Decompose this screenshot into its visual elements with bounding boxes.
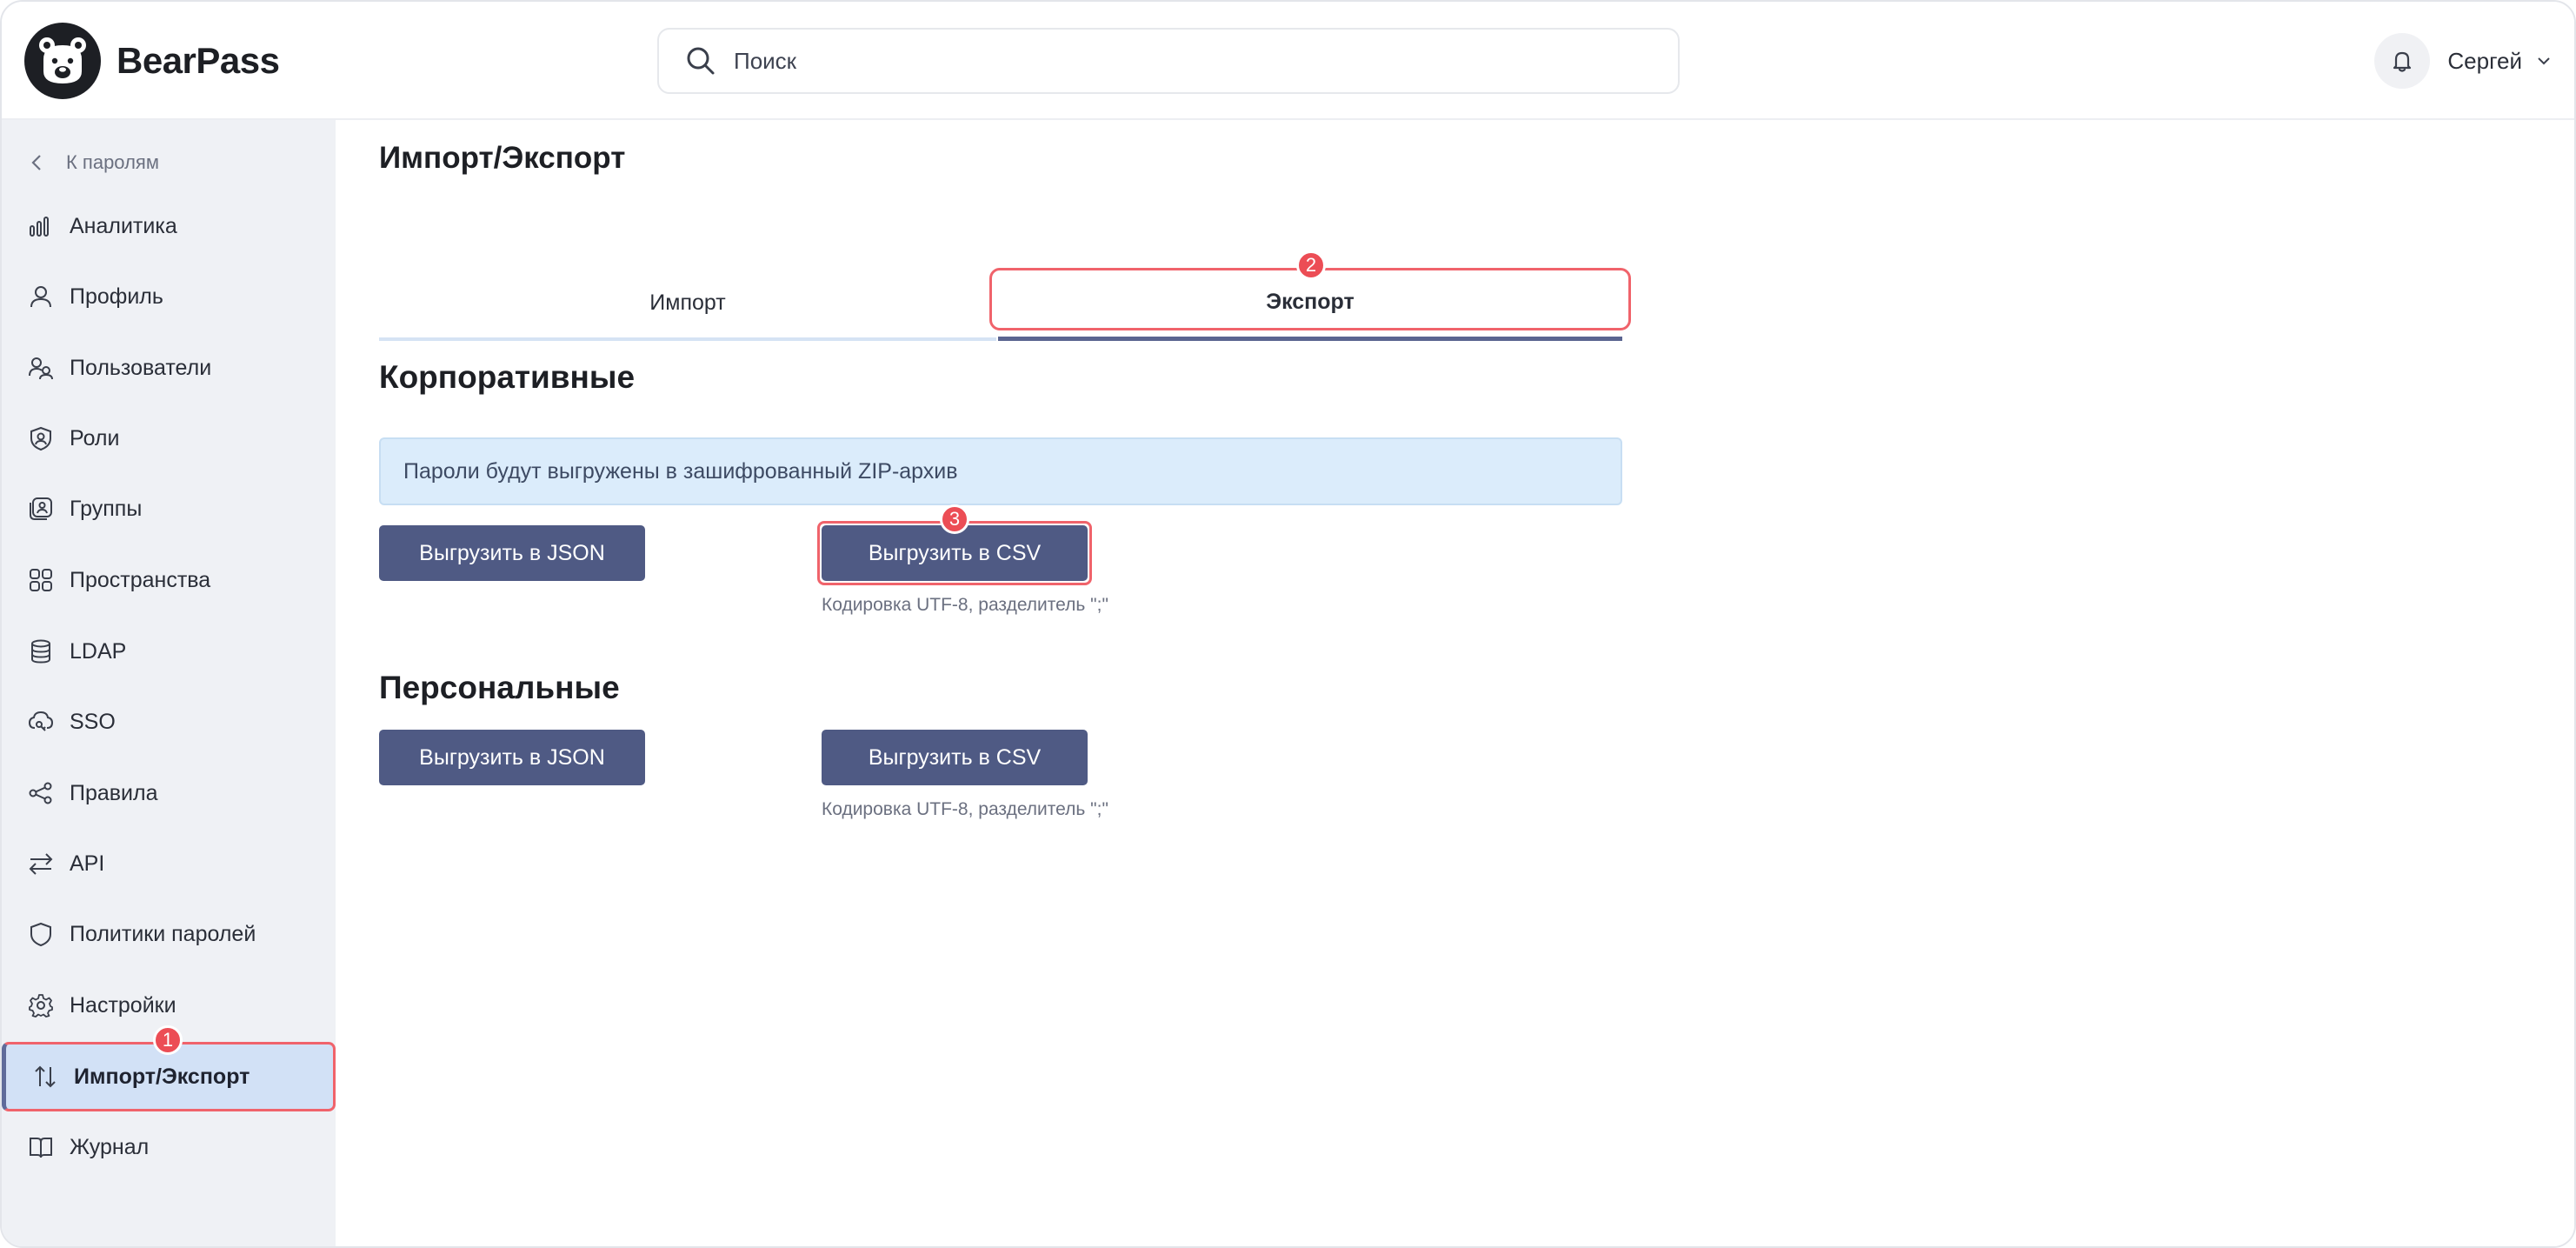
sidebar-item-label: Группы	[70, 496, 143, 521]
sidebar-item-label: Пользователи	[70, 355, 212, 380]
sidebar-item-spaces[interactable]: Пространства	[2, 545, 336, 615]
sidebar-item-label: Настройки	[70, 992, 176, 1018]
search-box[interactable]	[657, 28, 1680, 94]
user-name[interactable]: Сергей	[2447, 48, 2522, 75]
grid-icon	[26, 565, 56, 595]
database-icon	[26, 637, 56, 666]
sidebar: К паролям Аналитика Профиль Пользователи	[2, 120, 336, 1246]
search-input[interactable]	[734, 47, 1603, 75]
cloud-key-icon	[26, 707, 56, 737]
sidebar-item-label: Роли	[70, 425, 120, 450]
bar-chart-icon	[26, 211, 56, 241]
user-menu[interactable]: Сергей	[2374, 33, 2552, 89]
search-icon	[687, 47, 715, 75]
page-title: Импорт/Экспорт	[379, 141, 626, 175]
section-title-corporate: Корпоративные	[379, 359, 636, 395]
user-icon	[26, 282, 56, 311]
sidebar-item-roles[interactable]: Роли	[2, 404, 336, 473]
group-icon	[26, 494, 56, 524]
sidebar-item-label: API	[70, 851, 105, 876]
section-title-personal: Персональные	[379, 670, 620, 705]
sidebar-item-rules[interactable]: Правила	[2, 758, 336, 828]
sidebar-item-journal[interactable]: Журнал	[2, 1112, 336, 1182]
sidebar-item-profile[interactable]: Профиль	[2, 262, 336, 331]
chevron-down-icon[interactable]	[2536, 53, 2552, 69]
sidebar-item-label: Импорт/Экспорт	[74, 1064, 250, 1089]
tab-bar: Импорт Экспорт	[379, 268, 1622, 341]
sidebar-item-label: Правила	[70, 780, 158, 805]
step-marker-1: 1	[153, 1025, 183, 1055]
gear-icon	[26, 991, 56, 1020]
share-nodes-icon	[26, 778, 56, 808]
sidebar-item-label: Пространства	[70, 567, 211, 592]
export-csv-personal-button[interactable]: Выгрузить в CSV	[822, 730, 1088, 785]
top-bar: BearPass Сергей	[2, 2, 2574, 120]
sidebar-item-api[interactable]: API	[2, 829, 336, 898]
csv-hint-personal: Кодировка UTF-8, разделитель ";"	[822, 799, 1108, 819]
sidebar-item-ldap[interactable]: LDAP	[2, 617, 336, 686]
import-export-icon	[30, 1062, 60, 1091]
info-banner: Пароли будут выгружены в зашифрованный Z…	[379, 437, 1622, 505]
export-json-corporate-button[interactable]: Выгрузить в JSON	[379, 525, 645, 581]
book-icon	[26, 1132, 56, 1162]
bear-logo-icon	[24, 23, 101, 99]
sidebar-item-groups[interactable]: Группы	[2, 474, 336, 544]
users-icon	[26, 353, 56, 383]
swap-arrows-icon	[26, 849, 56, 878]
app-name: BearPass	[116, 40, 280, 81]
sidebar-item-label: LDAP	[70, 638, 127, 664]
step-marker-2: 2	[1296, 250, 1326, 280]
sidebar-item-label: SSO	[70, 709, 116, 734]
csv-hint-corporate: Кодировка UTF-8, разделитель ";"	[822, 595, 1108, 615]
sidebar-item-sso[interactable]: SSO	[2, 687, 336, 757]
sidebar-item-label: Профиль	[70, 284, 163, 309]
sidebar-item-label: Политики паролей	[70, 921, 256, 946]
bell-icon	[2393, 51, 2412, 72]
notifications-button[interactable]	[2374, 33, 2431, 89]
back-to-passwords-link[interactable]: К паролям	[28, 151, 159, 174]
sidebar-item-password-policies[interactable]: Политики паролей	[2, 899, 336, 969]
sidebar-item-label: Журнал	[70, 1134, 150, 1159]
tab-import[interactable]: Импорт	[379, 268, 996, 341]
step-marker-3: 3	[940, 504, 969, 534]
app-window: BearPass Сергей	[0, 0, 2576, 1248]
logo[interactable]: BearPass	[24, 23, 280, 99]
sidebar-item-users[interactable]: Пользователи	[2, 333, 336, 403]
sidebar-item-analytics[interactable]: Аналитика	[2, 191, 336, 261]
export-json-personal-button[interactable]: Выгрузить в JSON	[379, 730, 645, 785]
shield-icon	[26, 919, 56, 949]
chevron-left-icon	[31, 155, 41, 170]
main-content: Импорт/Экспорт Импорт Экспорт Корпоратив…	[336, 120, 2574, 1246]
role-shield-icon	[26, 424, 56, 453]
sidebar-item-label: Аналитика	[70, 213, 177, 238]
back-label: К паролям	[66, 151, 159, 173]
